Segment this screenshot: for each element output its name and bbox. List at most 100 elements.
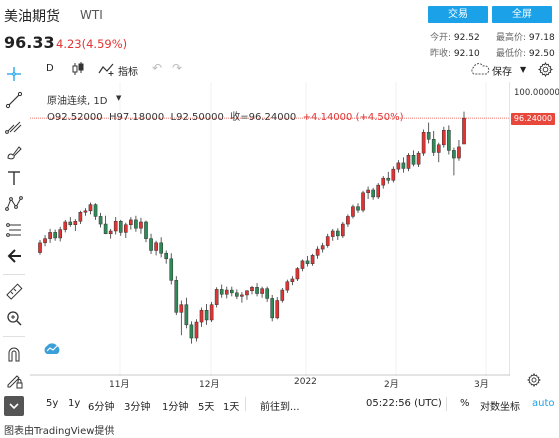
range-3min-button[interactable]: 3分钟 xyxy=(124,398,150,413)
candle xyxy=(406,153,411,172)
candle xyxy=(416,151,421,168)
candle-body xyxy=(285,281,290,291)
candle xyxy=(260,286,264,298)
save-dropdown-icon[interactable]: ▼ xyxy=(520,65,526,74)
candle xyxy=(174,276,179,316)
cloud-icon[interactable] xyxy=(42,341,62,355)
candle-body xyxy=(260,288,264,294)
candle-body xyxy=(351,206,355,217)
candle-body xyxy=(366,189,370,194)
candle xyxy=(386,171,391,184)
candle-body xyxy=(235,292,239,297)
auto-scale-toggle[interactable]: auto xyxy=(532,398,555,409)
candle xyxy=(214,287,219,308)
candle-body xyxy=(305,260,310,264)
range-5y-button[interactable]: 5y xyxy=(46,398,58,409)
fullscreen-button[interactable]: 全屏 xyxy=(492,6,552,23)
percent-scale-toggle[interactable]: % xyxy=(460,398,470,409)
divider xyxy=(446,397,447,411)
range-6min-button[interactable]: 6分钟 xyxy=(88,398,114,413)
scale-settings-icon[interactable] xyxy=(527,373,541,387)
candle xyxy=(330,228,335,241)
text-tool-icon[interactable] xyxy=(4,168,24,188)
time-tick: 2022 xyxy=(294,377,317,387)
candle xyxy=(255,283,259,297)
candle-body xyxy=(169,258,174,281)
utc-clock[interactable]: 05:22:56 (UTC) xyxy=(366,398,442,409)
goto-date-button[interactable]: 前往到... xyxy=(260,398,300,413)
candle-body xyxy=(174,280,179,313)
indicators-button[interactable]: 指标 xyxy=(118,63,138,78)
candle-style-icon[interactable] xyxy=(72,62,84,76)
candle-body xyxy=(315,248,320,256)
candle-body xyxy=(447,129,451,151)
legend-dropdown-icon[interactable]: ▼ xyxy=(116,94,121,102)
lock-drawing-icon[interactable] xyxy=(4,370,24,390)
candle xyxy=(366,186,370,200)
candle xyxy=(447,125,451,155)
pitchfork-icon[interactable] xyxy=(4,116,24,136)
candle xyxy=(63,219,68,233)
interval-button[interactable]: D xyxy=(46,63,54,74)
tradingview-credit[interactable]: 图表由TradingView提供 xyxy=(4,422,114,437)
candle xyxy=(38,240,42,255)
candle xyxy=(123,222,128,238)
candle xyxy=(209,301,214,323)
log-scale-toggle[interactable]: 对数坐标 xyxy=(480,398,520,413)
candle xyxy=(53,229,57,241)
candle-body xyxy=(356,206,360,211)
candle xyxy=(199,307,204,327)
candle xyxy=(462,111,466,145)
instrument-title: 美油期货 xyxy=(4,9,60,25)
cloud-save-icon[interactable] xyxy=(470,63,490,75)
candle-body xyxy=(184,304,189,326)
candle-body xyxy=(436,144,441,153)
magnet-icon[interactable] xyxy=(4,344,24,364)
brush-icon[interactable] xyxy=(4,142,24,162)
candle xyxy=(108,228,113,239)
candle xyxy=(421,129,426,156)
candle-body xyxy=(250,287,254,292)
settings-gear-icon[interactable] xyxy=(538,62,553,77)
zoom-in-icon[interactable] xyxy=(4,308,24,328)
trade-button[interactable]: 交易 xyxy=(428,6,488,23)
candle-body xyxy=(78,211,83,222)
candle-body xyxy=(93,204,98,217)
candle xyxy=(391,166,396,183)
range-1y-button[interactable]: 1y xyxy=(68,398,80,409)
range-1min-button[interactable]: 1分钟 xyxy=(162,398,188,413)
trend-line-icon[interactable] xyxy=(4,90,24,110)
price-scale-tick: 100.00000 xyxy=(514,88,559,98)
candle-body xyxy=(346,216,350,225)
candle xyxy=(73,219,78,231)
collapse-toolbar-icon[interactable] xyxy=(4,396,24,416)
candle-body xyxy=(421,132,426,154)
save-button[interactable]: 保存 xyxy=(492,63,512,78)
crosshair-icon[interactable] xyxy=(4,64,24,84)
chart-legend-title[interactable]: 原油连续, 1D xyxy=(47,92,107,107)
undo-icon[interactable]: ↶ xyxy=(152,61,162,75)
candle-body xyxy=(88,204,93,212)
indicators-icon[interactable] xyxy=(98,62,116,76)
candle xyxy=(270,294,275,322)
price-chart[interactable] xyxy=(30,82,510,376)
candle xyxy=(310,253,315,266)
candle-body xyxy=(53,232,57,239)
candle-body xyxy=(63,221,68,230)
candle-body xyxy=(118,221,123,233)
ruler-icon[interactable] xyxy=(4,282,24,302)
back-arrow-icon[interactable] xyxy=(4,246,24,266)
candle xyxy=(88,202,93,215)
pattern-icon[interactable] xyxy=(4,194,24,214)
candle xyxy=(58,226,63,242)
candle-body xyxy=(219,289,224,295)
projection-icon[interactable] xyxy=(4,220,24,240)
candle-body xyxy=(255,287,259,294)
candle-body xyxy=(204,309,209,321)
range-1d-button[interactable]: 1天 xyxy=(223,398,239,413)
candle xyxy=(381,176,386,189)
candle xyxy=(139,217,143,234)
range-5d-button[interactable]: 5天 xyxy=(198,398,214,413)
candle-body xyxy=(376,184,381,198)
redo-icon[interactable]: ↷ xyxy=(172,61,182,75)
